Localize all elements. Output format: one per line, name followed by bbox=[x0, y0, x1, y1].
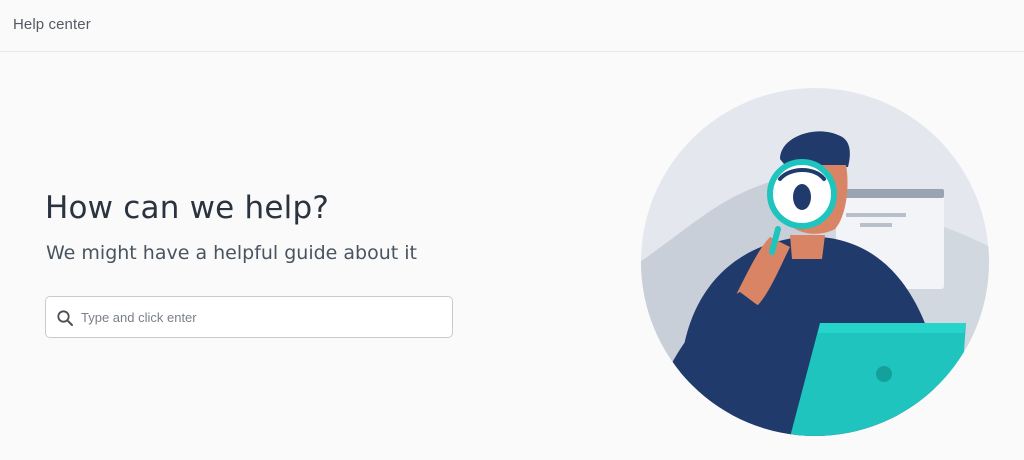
search-icon bbox=[57, 310, 73, 326]
laptop-icon bbox=[790, 323, 966, 436]
search-box[interactable] bbox=[45, 296, 453, 338]
top-bar: Help center bbox=[0, 0, 1024, 52]
hero-subtitle: We might have a helpful guide about it bbox=[46, 242, 418, 264]
page-title: Help center bbox=[13, 16, 91, 33]
help-center-page: Help center How can we help? We might ha… bbox=[0, 0, 1024, 460]
search-input[interactable] bbox=[80, 297, 441, 337]
help-illustration bbox=[641, 88, 989, 436]
hero-title: How can we help? bbox=[45, 190, 329, 226]
